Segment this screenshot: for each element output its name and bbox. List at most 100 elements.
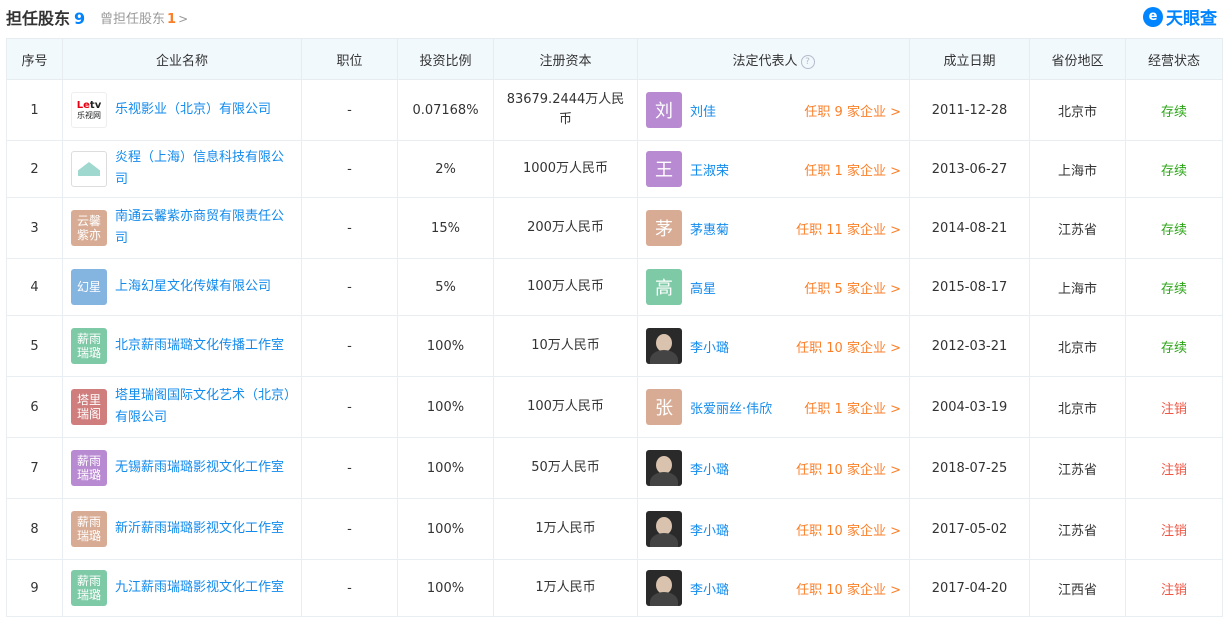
table-row: 5 薪雨 瑞璐 北京薪雨瑞璐文化传播工作室 -100% 10万人民币 李小璐 任职 10 家企… [6,315,1223,377]
company-name-link[interactable]: 炎程（上海）信息科技有限公司 [115,147,295,191]
company-name-link[interactable]: 新沂薪雨瑞璐影视文化工作室 [115,518,284,540]
col-header-capital: 注册资本 [493,38,638,80]
legal-rep-avatar[interactable] [646,511,682,547]
region-cell: 上海市 [1029,140,1126,198]
legal-rep-jobs-link[interactable]: 任职 5 家企业 > [804,278,901,297]
section-header: 担任股东 9 曾担任股东 1 > e 天眼查 [0,0,1223,36]
position-cell: - [301,315,398,377]
section-title: 担任股东 9 [6,5,85,29]
region-cell: 北京市 [1029,315,1126,377]
capital-cell: 10万人民币 [493,315,638,377]
company-name-link[interactable]: 上海幻星文化传媒有限公司 [115,276,271,298]
legal-rep-avatar[interactable]: 茅 [646,210,682,246]
help-icon[interactable]: ? [800,54,815,69]
tianyancha-logo-icon: e [1143,6,1163,27]
company-name-link[interactable]: 无锡薪雨瑞璐影视文化工作室 [115,457,284,479]
region-cell: 江苏省 [1029,437,1126,499]
legal-rep-avatar[interactable] [646,570,682,606]
brand-name: 天眼查 [1166,9,1217,29]
ratio-cell: 15% [397,197,494,259]
legal-rep-name-link[interactable]: 李小璐 [690,337,796,356]
legal-rep-cell: 李小璐 任职 10 家企业 > [637,498,910,560]
region-cell: 上海市 [1029,258,1126,316]
legal-rep-jobs-link[interactable]: 任职 1 家企业 > [804,398,901,417]
legal-rep-avatar[interactable] [646,328,682,364]
company-name-link[interactable]: 九江薪雨瑞璐影视文化工作室 [115,577,284,599]
position-cell: - [301,376,398,438]
capital-cell: 1000万人民币 [493,140,638,198]
row-index: 9 [6,559,63,617]
table-body: 1 Letv 乐视网 乐视影业（北京）有限公司 -0.07168% 83679.2444万… [6,79,1223,617]
legal-rep-jobs-link[interactable]: 任职 1 家企业 > [804,160,901,179]
company-name-link[interactable]: 北京薪雨瑞璐文化传播工作室 [115,335,284,357]
status-badge: 存续 [1125,258,1223,316]
legal-rep-avatar[interactable] [646,450,682,486]
legal-rep-name-link[interactable]: 刘佳 [690,101,804,120]
chevron-right-icon: > [890,340,901,356]
company-name-link[interactable]: 塔里瑞阁国际文化艺术（北京）有限公司 [115,385,295,429]
col-header-index: 序号 [6,38,63,80]
legal-rep-jobs-link[interactable]: 任职 10 家企业 > [796,459,901,478]
legal-rep-cell: 张张爱丽丝·伟欣 任职 1 家企业 > [637,376,910,438]
legal-rep-name-link[interactable]: 李小璐 [690,520,796,539]
founded-cell: 2017-04-20 [909,559,1030,617]
legal-rep-jobs-text: 任职 10 家企业 [796,462,886,478]
table-header-row: 序号 企业名称 职位 投资比例 注册资本 法定代表人? 成立日期 省份地区 经营… [6,38,1223,80]
row-index: 3 [6,197,63,259]
legal-rep-jobs-link[interactable]: 任职 10 家企业 > [796,337,901,356]
legal-rep-avatar[interactable]: 刘 [646,92,682,128]
shareholding-table: 序号 企业名称 职位 投资比例 注册资本 法定代表人? 成立日期 省份地区 经营… [6,38,1223,617]
company-name-link[interactable]: 南通云馨紫亦商贸有限责任公司 [115,206,295,250]
col-header-founded: 成立日期 [909,38,1030,80]
col-header-region: 省份地区 [1029,38,1126,80]
ratio-cell: 100% [397,437,494,499]
former-shareholder-label: 曾担任股东 [100,12,166,27]
capital-cell: 100万人民币 [493,258,638,316]
former-shareholder-tab[interactable]: 曾担任股东 1 > [100,8,188,27]
legal-rep-name-link[interactable]: 茅惠菊 [690,219,796,238]
section-title-text: 担任股东 [6,9,71,28]
legal-rep-name-link[interactable]: 张爱丽丝·伟欣 [690,398,804,417]
chevron-right-icon: > [890,523,901,539]
row-index: 6 [6,376,63,438]
legal-rep-jobs-text: 任职 10 家企业 [796,523,886,539]
ratio-cell: 100% [397,498,494,560]
legal-rep-jobs-link[interactable]: 任职 10 家企业 > [796,579,901,598]
legal-rep-jobs-text: 任职 9 家企业 [804,104,886,120]
table-row: 4 幻星 上海幻星文化传媒有限公司 -5% 100万人民币高高星 任职 5 家企业 >20… [6,258,1223,316]
legal-rep-jobs-link[interactable]: 任职 9 家企业 > [804,101,901,120]
table-row: 3 云馨 紫亦 南通云馨紫亦商贸有限责任公司 -15% 200万人民币茅茅惠菊 任职 11 … [6,197,1223,259]
legal-rep-name-link[interactable]: 高星 [690,278,804,297]
company-logo-icon: 薪雨 瑞璐 [71,328,107,364]
founded-cell: 2018-07-25 [909,437,1030,499]
company-name-link[interactable]: 乐视影业（北京）有限公司 [115,99,271,121]
company-cell: 薪雨 瑞璐 无锡薪雨瑞璐影视文化工作室 [62,437,302,499]
company-logo-icon: 薪雨 瑞璐 [71,450,107,486]
col-header-position: 职位 [301,38,398,80]
legal-rep-name-link[interactable]: 李小璐 [690,459,796,478]
chevron-right-icon: > [890,222,901,238]
legal-rep-jobs-link[interactable]: 任职 10 家企业 > [796,520,901,539]
company-cell: 云馨 紫亦 南通云馨紫亦商贸有限责任公司 [62,197,302,259]
legal-rep-cell: 李小璐 任职 10 家企业 > [637,437,910,499]
status-badge: 存续 [1125,79,1223,141]
company-logo-icon [71,151,107,187]
legal-rep-jobs-text: 任职 10 家企业 [796,340,886,356]
company-cell: Letv 乐视网 乐视影业（北京）有限公司 [62,79,302,141]
legal-rep-cell: 刘刘佳 任职 9 家企业 > [637,79,910,141]
row-index: 5 [6,315,63,377]
legal-rep-name-link[interactable]: 李小璐 [690,579,796,598]
table-row: 9 薪雨 瑞璐 九江薪雨瑞璐影视文化工作室 -100% 1万人民币 李小璐 任职 10 家企业… [6,559,1223,617]
brand-logo: e 天眼查 [1143,4,1217,29]
chevron-right-icon: > [178,12,189,26]
chevron-right-icon: > [890,104,901,120]
col-header-ratio: 投资比例 [397,38,494,80]
capital-cell: 200万人民币 [493,197,638,259]
legal-rep-avatar[interactable]: 王 [646,151,682,187]
legal-rep-avatar[interactable]: 高 [646,269,682,305]
legal-rep-name-link[interactable]: 王淑荣 [690,160,804,179]
legal-rep-jobs-link[interactable]: 任职 11 家企业 > [796,219,901,238]
company-cell: 炎程（上海）信息科技有限公司 [62,140,302,198]
legal-rep-avatar[interactable]: 张 [646,389,682,425]
chevron-right-icon: > [890,163,901,179]
